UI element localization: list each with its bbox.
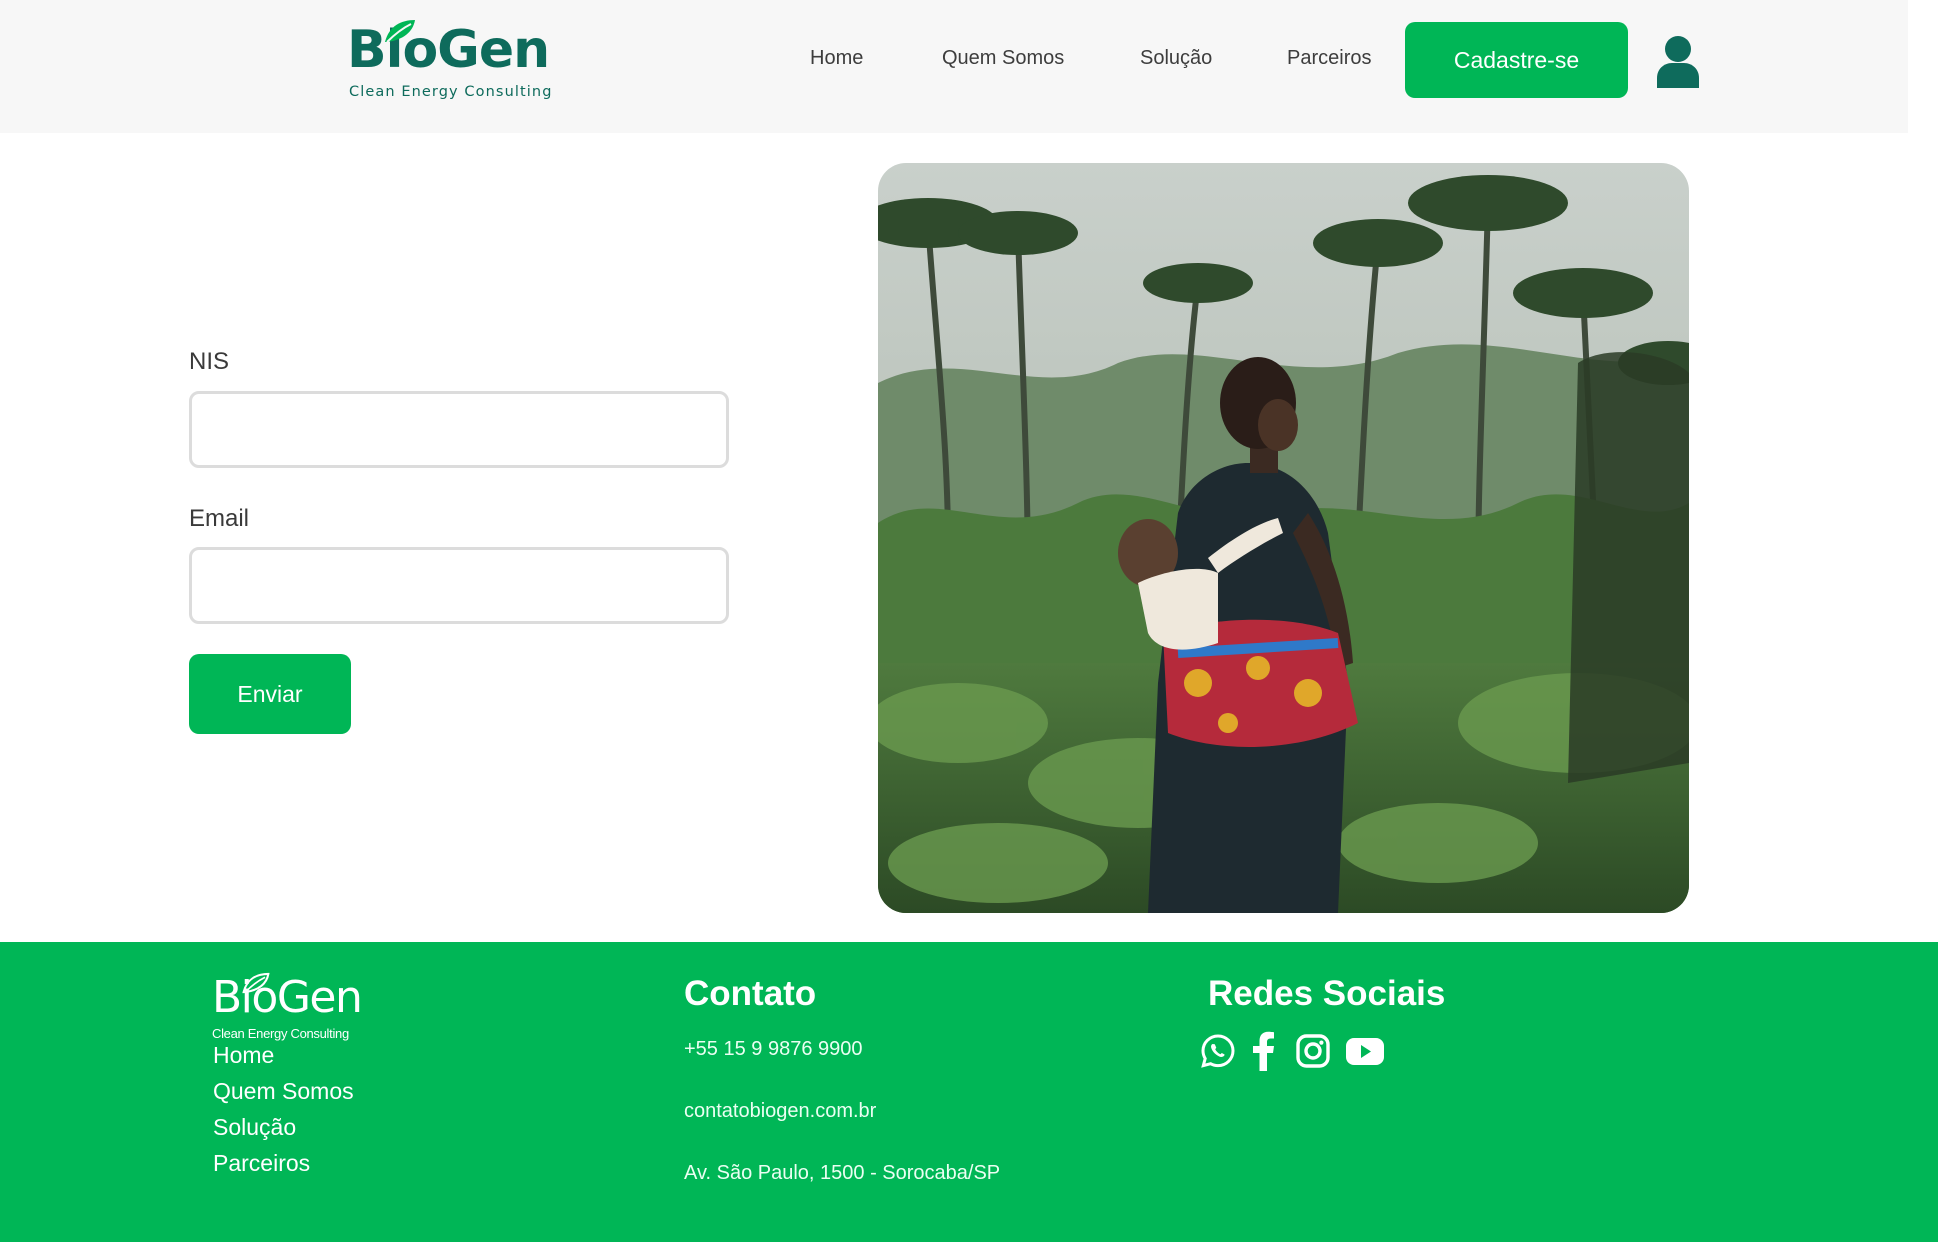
site-header: BioGen Clean Energy Consulting Home Quem… — [0, 0, 1908, 133]
youtube-icon[interactable] — [1345, 1030, 1385, 1072]
nis-label: NIS — [189, 348, 230, 375]
contact-heading: Contato — [684, 974, 817, 1013]
contact-email: contatobiogen.com.br — [684, 1100, 877, 1122]
biogen-logo[interactable]: BioGen Clean Energy Consulting — [347, 18, 562, 104]
instagram-icon[interactable] — [1295, 1030, 1331, 1072]
submit-button[interactable]: Enviar — [189, 654, 351, 734]
footer-nav-solucao[interactable]: Solução — [213, 1114, 296, 1141]
nav-quem-somos[interactable]: Quem Somos — [942, 47, 1064, 70]
email-label: Email — [189, 505, 250, 532]
signup-button[interactable]: Cadastre-se — [1405, 22, 1628, 98]
contact-address: Av. São Paulo, 1500 - Sorocaba/SP — [684, 1162, 1001, 1184]
hero-photo — [878, 163, 1689, 913]
email-input[interactable] — [189, 547, 729, 624]
nav-solucao[interactable]: Solução — [1140, 47, 1212, 70]
whatsapp-icon[interactable] — [1200, 1030, 1236, 1072]
footer-logo[interactable]: BioGen Clean Energy Consulting — [212, 972, 382, 1042]
contact-phone: +55 15 9 9876 9900 — [684, 1038, 863, 1060]
footer-nav-home[interactable]: Home — [213, 1042, 274, 1069]
footer-nav-quem-somos[interactable]: Quem Somos — [213, 1078, 354, 1105]
footer-leaf-icon — [242, 972, 270, 994]
social-heading: Redes Sociais — [1208, 974, 1446, 1013]
footer-logo-tagline: Clean Energy Consulting — [212, 1026, 349, 1041]
nav-home[interactable]: Home — [810, 47, 863, 70]
user-icon[interactable] — [1655, 36, 1701, 88]
woman-in-field-image — [878, 163, 1689, 913]
facebook-icon[interactable] — [1250, 1030, 1276, 1072]
footer-nav-parceiros[interactable]: Parceiros — [213, 1150, 310, 1177]
nis-input[interactable] — [189, 391, 729, 468]
nav-parceiros[interactable]: Parceiros — [1287, 47, 1371, 70]
leaf-icon — [385, 20, 415, 43]
footer-logo-wordmark: BioGen — [212, 972, 363, 1023]
logo-tagline: Clean Energy Consulting — [349, 84, 553, 100]
site-footer: BioGen Clean Energy Consulting Home Quem… — [0, 942, 1938, 1242]
logo-wordmark: BioGen — [347, 20, 550, 80]
